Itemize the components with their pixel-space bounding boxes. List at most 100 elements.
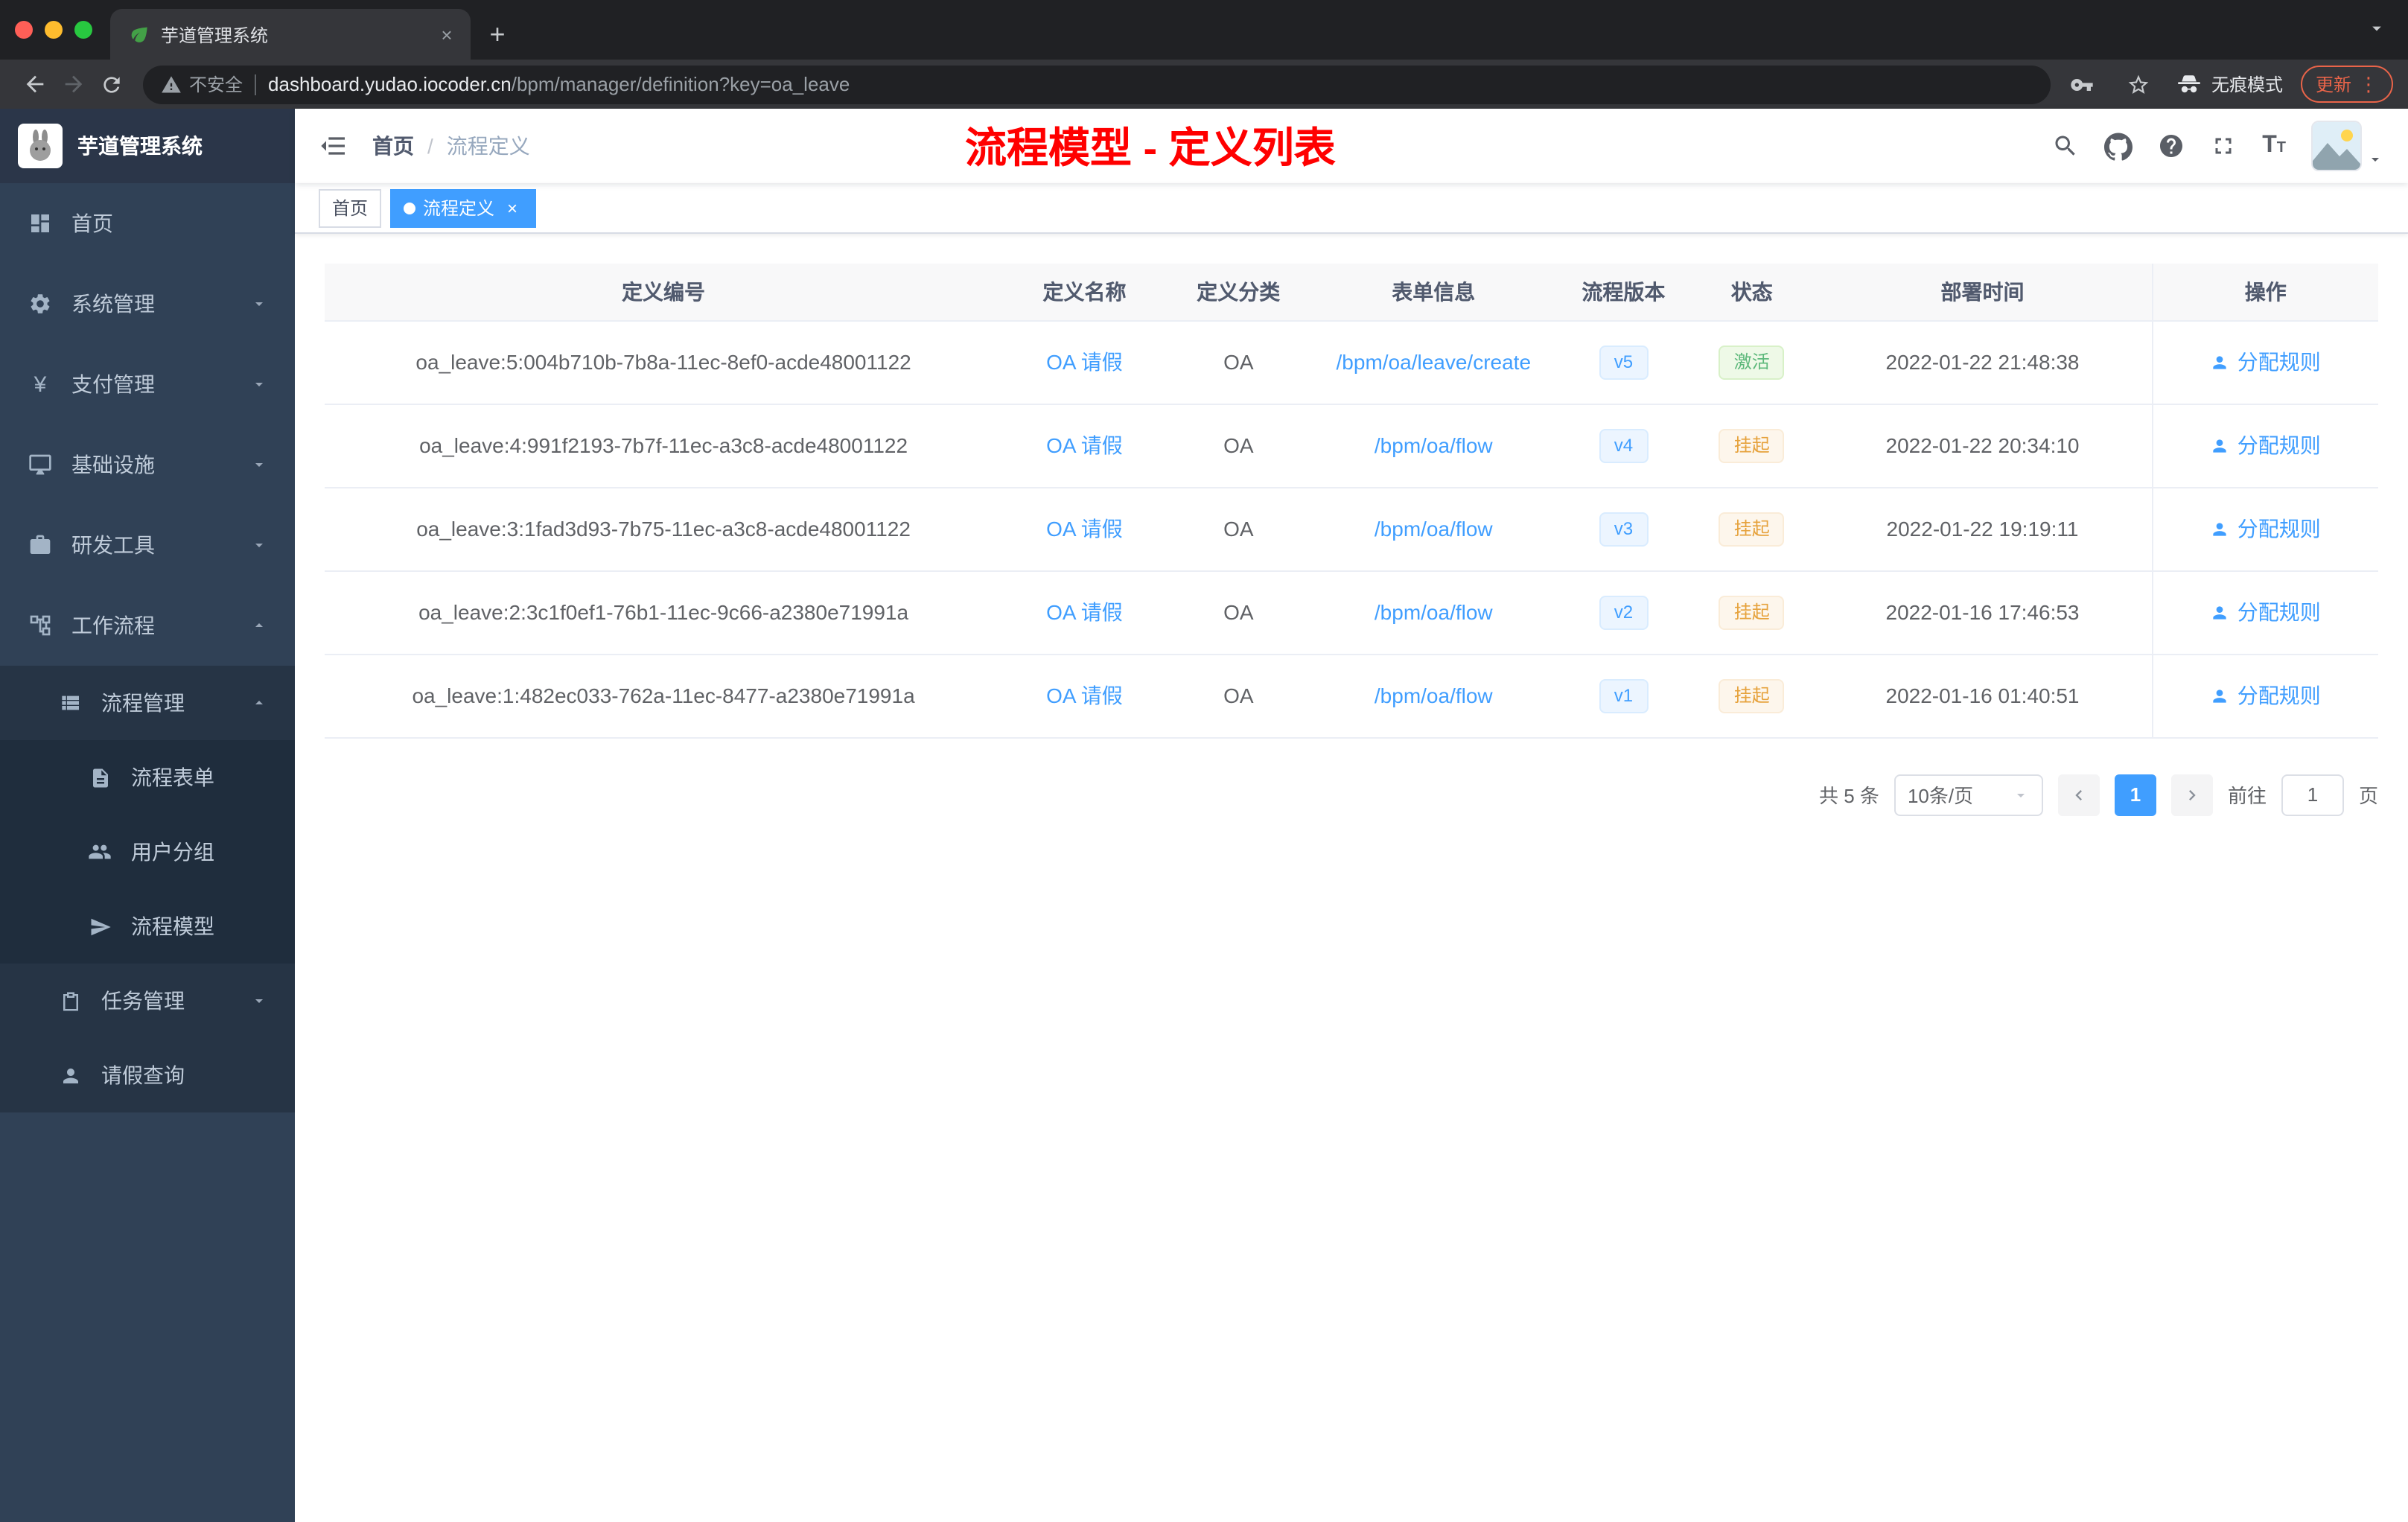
address-bar[interactable]: 不安全 dashboard.yudao.iocoder.cn/bpm/manag…: [143, 65, 2051, 104]
form-link[interactable]: /bpm/oa/leave/create: [1337, 350, 1532, 374]
sidebar-item-leave-query[interactable]: 请假查询: [0, 1038, 295, 1112]
app-title: 芋道管理系统: [77, 134, 203, 158]
sidebar-item-label: 首页: [71, 211, 113, 235]
assign-rule-link[interactable]: 分配规则: [2211, 597, 2321, 627]
url-text[interactable]: dashboard.yudao.iocoder.cn/bpm/manager/d…: [268, 73, 850, 95]
definition-id: oa_leave:5:004b710b-7b8a-11ec-8ef0-acde4…: [325, 320, 1003, 404]
page-size-select[interactable]: 10条/页: [1893, 774, 2043, 815]
sidebar-item-workflow[interactable]: 工作流程: [0, 585, 295, 666]
help-icon[interactable]: [2158, 133, 2185, 159]
minimize-window-button[interactable]: [45, 21, 63, 39]
sidebar-toggle-icon[interactable]: [319, 131, 348, 161]
definition-name-link[interactable]: OA 请假: [1046, 600, 1123, 624]
sidebar-item-system[interactable]: 系统管理: [0, 264, 295, 344]
table-row: oa_leave:4:991f2193-7b7f-11ec-a3c8-acde4…: [325, 404, 2378, 488]
header-actions: 操作: [2151, 264, 2378, 321]
sidebar-item-label: 研发工具: [71, 533, 155, 557]
close-window-button[interactable]: [15, 21, 33, 39]
form-link[interactable]: /bpm/oa/flow: [1375, 684, 1493, 707]
sidebar-item-process-management[interactable]: 流程管理: [0, 666, 295, 740]
status-badge: 挂起: [1719, 428, 1785, 462]
new-tab-button[interactable]: +: [477, 13, 518, 55]
breadcrumb: 首页 / 流程定义: [372, 131, 530, 161]
password-key-icon[interactable]: [2063, 65, 2101, 104]
forward-button[interactable]: [54, 65, 92, 104]
sidebar-item-devtools[interactable]: 研发工具: [0, 505, 295, 585]
caret-down-icon: [2366, 150, 2384, 168]
deploy-time: 2022-01-22 21:48:38: [1813, 320, 2153, 404]
definition-name-link[interactable]: OA 请假: [1046, 433, 1123, 457]
sidebar-item-process-model[interactable]: 流程模型: [0, 889, 295, 964]
browser-tab[interactable]: 芋道管理系统 ×: [110, 9, 471, 60]
definition-id: oa_leave:2:3c1f0ef1-76b1-11ec-9c66-a2380…: [325, 570, 1003, 655]
fullscreen-icon[interactable]: [2210, 133, 2237, 159]
gear-icon: [27, 290, 54, 317]
zoom-window-button[interactable]: [74, 21, 92, 39]
next-page-button[interactable]: [2170, 774, 2213, 815]
page-unit-label: 页: [2358, 785, 2378, 807]
main-area: 首页 / 流程定义 流程模型 - 定义列表 TT 首页 流程定义 × 定义编号 …: [295, 109, 2408, 1522]
definition-category: OA: [1166, 320, 1310, 404]
browser-menu-icon[interactable]: ⋮: [2359, 72, 2378, 96]
page-size-value: 10条/页: [1907, 785, 1974, 807]
tab-title: 芋道管理系统: [161, 25, 269, 45]
goto-page-input[interactable]: [2281, 774, 2344, 815]
breadcrumb-home[interactable]: 首页: [372, 131, 414, 161]
sidebar-item-home[interactable]: 首页: [0, 183, 295, 264]
bookmark-star-icon[interactable]: [2119, 65, 2158, 104]
tag-process-definition[interactable]: 流程定义 ×: [390, 188, 537, 227]
assign-rule-link[interactable]: 分配规则: [2211, 514, 2321, 544]
deploy-time: 2022-01-16 17:46:53: [1813, 570, 2153, 655]
definition-name-link[interactable]: OA 请假: [1046, 684, 1123, 707]
dashboard-icon: [27, 210, 54, 237]
prev-page-button[interactable]: [2057, 774, 2100, 815]
form-link[interactable]: /bpm/oa/flow: [1375, 433, 1493, 457]
user-icon: [2214, 522, 2227, 535]
form-link[interactable]: /bpm/oa/flow: [1375, 517, 1493, 541]
page-content: 定义编号 定义名称 定义分类 表单信息 流程版本 状态 部署时间 操作 oa_l: [295, 234, 2408, 1522]
assign-rule-link[interactable]: 分配规则: [2211, 347, 2321, 377]
logo-avatar: [18, 124, 63, 168]
user-menu[interactable]: [2311, 121, 2384, 171]
font-size-icon[interactable]: TT: [2262, 133, 2286, 158]
workflow-submenu: 流程管理 流程表单 用户分组 流程模型 任务管理 请假查询: [0, 666, 295, 1112]
github-icon[interactable]: [2104, 132, 2133, 160]
assign-rule-link[interactable]: 分配规则: [2211, 430, 2321, 460]
sidebar-item-infrastructure[interactable]: 基础设施: [0, 424, 295, 505]
person-icon: [57, 1062, 83, 1089]
search-icon[interactable]: [2052, 133, 2079, 159]
definition-name-link[interactable]: OA 请假: [1046, 350, 1123, 374]
update-button[interactable]: 更新 ⋮: [2300, 66, 2393, 103]
sidebar-item-task-management[interactable]: 任务管理: [0, 964, 295, 1038]
page-number-button[interactable]: 1: [2114, 774, 2156, 815]
tab-search-caret-icon[interactable]: [2366, 18, 2387, 39]
table-row: oa_leave:1:482ec033-762a-11ec-8477-a2380…: [325, 654, 2378, 738]
version-badge: v2: [1599, 595, 1649, 629]
version-badge: v3: [1599, 512, 1649, 546]
tab-close-icon[interactable]: ×: [435, 22, 459, 46]
reload-button[interactable]: [92, 65, 131, 104]
header-category: 定义分类: [1166, 264, 1310, 321]
tag-close-icon[interactable]: ×: [502, 197, 523, 218]
sidebar-item-payment[interactable]: ¥ 支付管理: [0, 344, 295, 424]
chevron-down-icon: [2012, 786, 2030, 803]
paper-plane-icon: [86, 913, 113, 940]
assign-rule-link[interactable]: 分配规则: [2211, 681, 2321, 710]
avatar: [2311, 121, 2362, 171]
tag-home[interactable]: 首页: [319, 188, 382, 227]
sidebar-logo[interactable]: 芋道管理系统: [0, 109, 295, 183]
version-badge: v4: [1599, 428, 1649, 462]
security-label[interactable]: 不安全: [189, 71, 243, 97]
workflow-icon: [27, 612, 54, 639]
definition-table: 定义编号 定义名称 定义分类 表单信息 流程版本 状态 部署时间 操作 oa_l: [325, 264, 2378, 738]
definition-name-link[interactable]: OA 请假: [1046, 517, 1123, 541]
sidebar-item-process-form[interactable]: 流程表单: [0, 740, 295, 815]
back-button[interactable]: [15, 65, 54, 104]
infrastructure-icon: [27, 451, 54, 478]
form-icon: [86, 764, 113, 791]
version-badge: v1: [1599, 678, 1649, 713]
sidebar-item-user-group[interactable]: 用户分组: [0, 815, 295, 889]
browser-toolbar: 不安全 dashboard.yudao.iocoder.cn/bpm/manag…: [0, 60, 2408, 109]
form-link[interactable]: /bpm/oa/flow: [1375, 600, 1493, 624]
chevron-up-icon: [250, 694, 268, 712]
